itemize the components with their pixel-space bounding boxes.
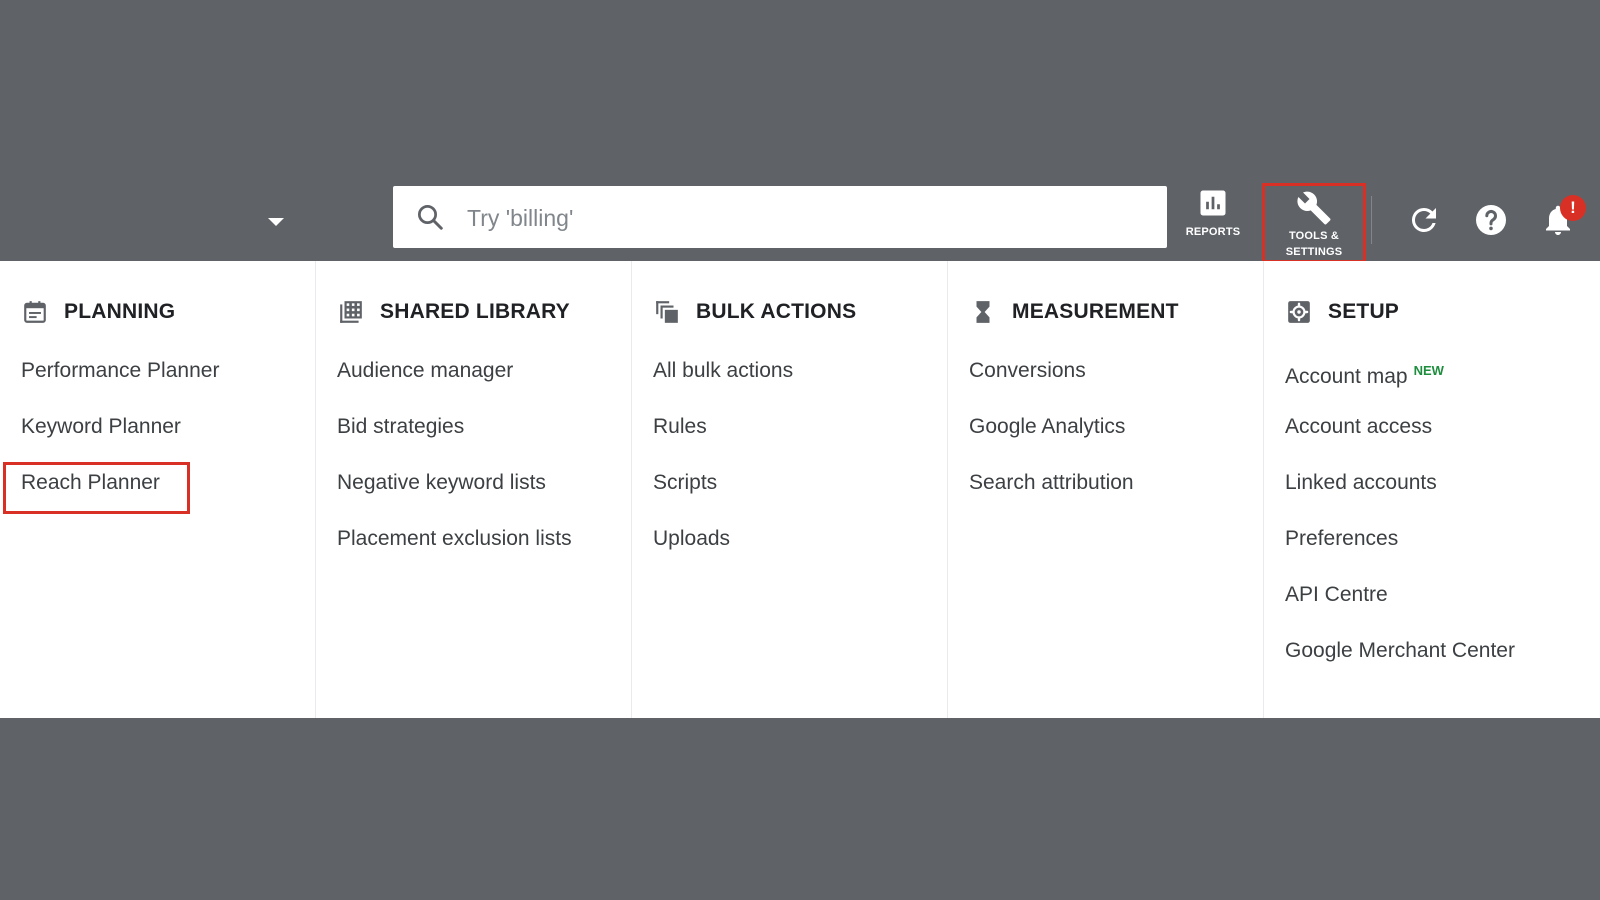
column-shared-library: SHARED LIBRARY Audience manager Bid stra…: [316, 261, 632, 718]
wrench-icon: [1297, 191, 1331, 225]
menu-item-account-access[interactable]: Account access: [1285, 411, 1515, 467]
tools-label-line2: SETTINGS: [1285, 246, 1343, 258]
menu-item-api-centre[interactable]: API Centre: [1285, 579, 1515, 635]
account-map-label: Account map: [1285, 365, 1408, 388]
column-header: MEASUREMENT: [970, 297, 1179, 327]
column-header: BULK ACTIONS: [654, 297, 856, 327]
column-header: SHARED LIBRARY: [338, 297, 570, 327]
menu-item-bid-strategies[interactable]: Bid strategies: [337, 411, 572, 467]
search-input[interactable]: [465, 200, 1149, 236]
menu-item-scripts[interactable]: Scripts: [653, 467, 793, 523]
toolbar-divider: [1371, 196, 1372, 244]
new-badge: NEW: [1413, 363, 1444, 378]
search-icon: [418, 205, 443, 230]
reports-button[interactable]: REPORTS: [1178, 188, 1248, 254]
search-box[interactable]: [393, 186, 1167, 248]
column-title: MEASUREMENT: [1012, 300, 1179, 323]
menu-item-preferences[interactable]: Preferences: [1285, 523, 1515, 579]
column-header: SETUP: [1286, 297, 1399, 327]
menu-item-search-attribution[interactable]: Search attribution: [969, 467, 1134, 523]
copy-stack-icon: [656, 301, 678, 323]
account-dropdown-caret-icon[interactable]: [268, 218, 284, 226]
refresh-icon[interactable]: [1406, 202, 1442, 238]
column-title: SHARED LIBRARY: [380, 300, 570, 323]
column-setup: SETUP Account map NEW Account access Link…: [1264, 261, 1600, 718]
column-measurement: MEASUREMENT Conversions Google Analytics…: [948, 261, 1264, 718]
column-title: PLANNING: [64, 300, 176, 323]
bar-chart-icon: [1200, 190, 1226, 216]
reports-label: REPORTS: [1185, 226, 1241, 238]
menu-item-uploads[interactable]: Uploads: [653, 523, 793, 579]
menu-item-audience-manager[interactable]: Audience manager: [337, 355, 572, 411]
calendar-icon: [24, 301, 46, 323]
column-header: PLANNING: [22, 297, 175, 327]
menu-item-all-bulk-actions[interactable]: All bulk actions: [653, 355, 793, 411]
menu-item-negative-keyword-lists[interactable]: Negative keyword lists: [337, 467, 572, 523]
column-title: BULK ACTIONS: [696, 300, 857, 323]
menu-item-linked-accounts[interactable]: Linked accounts: [1285, 467, 1515, 523]
reach-planner-highlight-box: [3, 462, 190, 514]
menu-item-performance-planner[interactable]: Performance Planner: [21, 355, 219, 411]
gear-icon: [1288, 301, 1310, 323]
menu-item-conversions[interactable]: Conversions: [969, 355, 1134, 411]
menu-item-google-analytics[interactable]: Google Analytics: [969, 411, 1134, 467]
top-bar: REPORTS TOOLS & SETTINGS !: [0, 0, 1600, 263]
library-grid-icon: [340, 301, 362, 323]
column-bulk-actions: BULK ACTIONS All bulk actions Rules Scri…: [632, 261, 948, 718]
menu-item-keyword-planner[interactable]: Keyword Planner: [21, 411, 219, 467]
tools-menu-panel: PLANNING Performance Planner Keyword Pla…: [0, 261, 1600, 718]
help-icon[interactable]: [1473, 202, 1509, 238]
tools-and-settings-button[interactable]: TOOLS & SETTINGS: [1262, 183, 1366, 263]
menu-item-account-map[interactable]: Account map NEW: [1285, 355, 1515, 411]
notification-alert-badge: !: [1560, 195, 1586, 221]
menu-item-placement-exclusion-lists[interactable]: Placement exclusion lists: [337, 523, 572, 579]
menu-item-rules[interactable]: Rules: [653, 411, 793, 467]
column-title: SETUP: [1328, 300, 1400, 323]
hourglass-icon: [976, 301, 990, 323]
menu-item-google-merchant-center[interactable]: Google Merchant Center: [1285, 635, 1515, 691]
tools-label-line1: TOOLS &: [1288, 230, 1340, 242]
